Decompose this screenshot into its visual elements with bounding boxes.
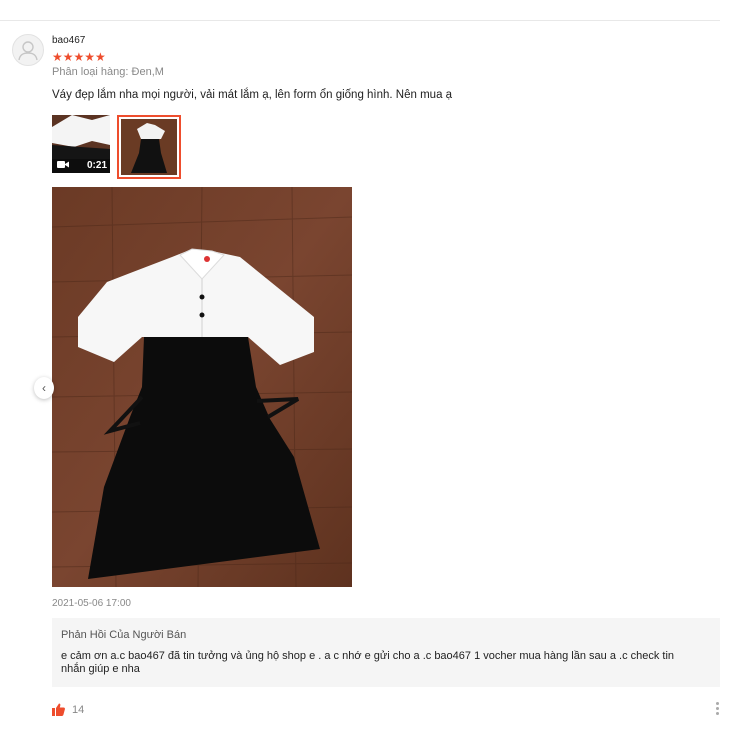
review-timestamp: 2021-05-06 17:00 xyxy=(52,598,131,609)
video-camera-icon xyxy=(57,161,69,168)
review-comment: Váy đẹp lắm nha mọi người, vải mát lắm ạ… xyxy=(52,89,453,101)
dress-photo xyxy=(52,187,352,587)
thumbs-up-icon xyxy=(52,703,65,716)
seller-reply-box: Phản Hồi Của Người Bán e cảm ơn a.c bao4… xyxy=(52,618,720,687)
image-thumbnail-selected[interactable] xyxy=(117,115,181,179)
chevron-left-icon: ‹ xyxy=(42,381,46,395)
video-duration: 0:21 xyxy=(86,160,107,171)
like-count: 14 xyxy=(72,704,85,716)
avatar[interactable] xyxy=(12,34,44,66)
rating-stars: ★★★★★ xyxy=(52,50,106,64)
product-variation: Phân loại hàng: Đen,M xyxy=(52,66,164,78)
more-vertical-icon[interactable] xyxy=(714,702,720,718)
video-thumbnail[interactable]: 0:21 xyxy=(52,115,110,173)
seller-reply-text: e cảm ơn a.c bao467 đã tin tưởng và ủng … xyxy=(61,650,675,675)
user-placeholder-icon xyxy=(18,41,38,61)
review-main-image[interactable] xyxy=(52,187,352,587)
seller-reply-title: Phản Hồi Của Người Bán xyxy=(61,629,187,641)
review-username[interactable]: bao467 xyxy=(52,35,85,46)
previous-image-button[interactable]: ‹ xyxy=(34,377,54,399)
top-divider xyxy=(0,20,720,21)
image-thumbnail-image xyxy=(121,119,177,175)
